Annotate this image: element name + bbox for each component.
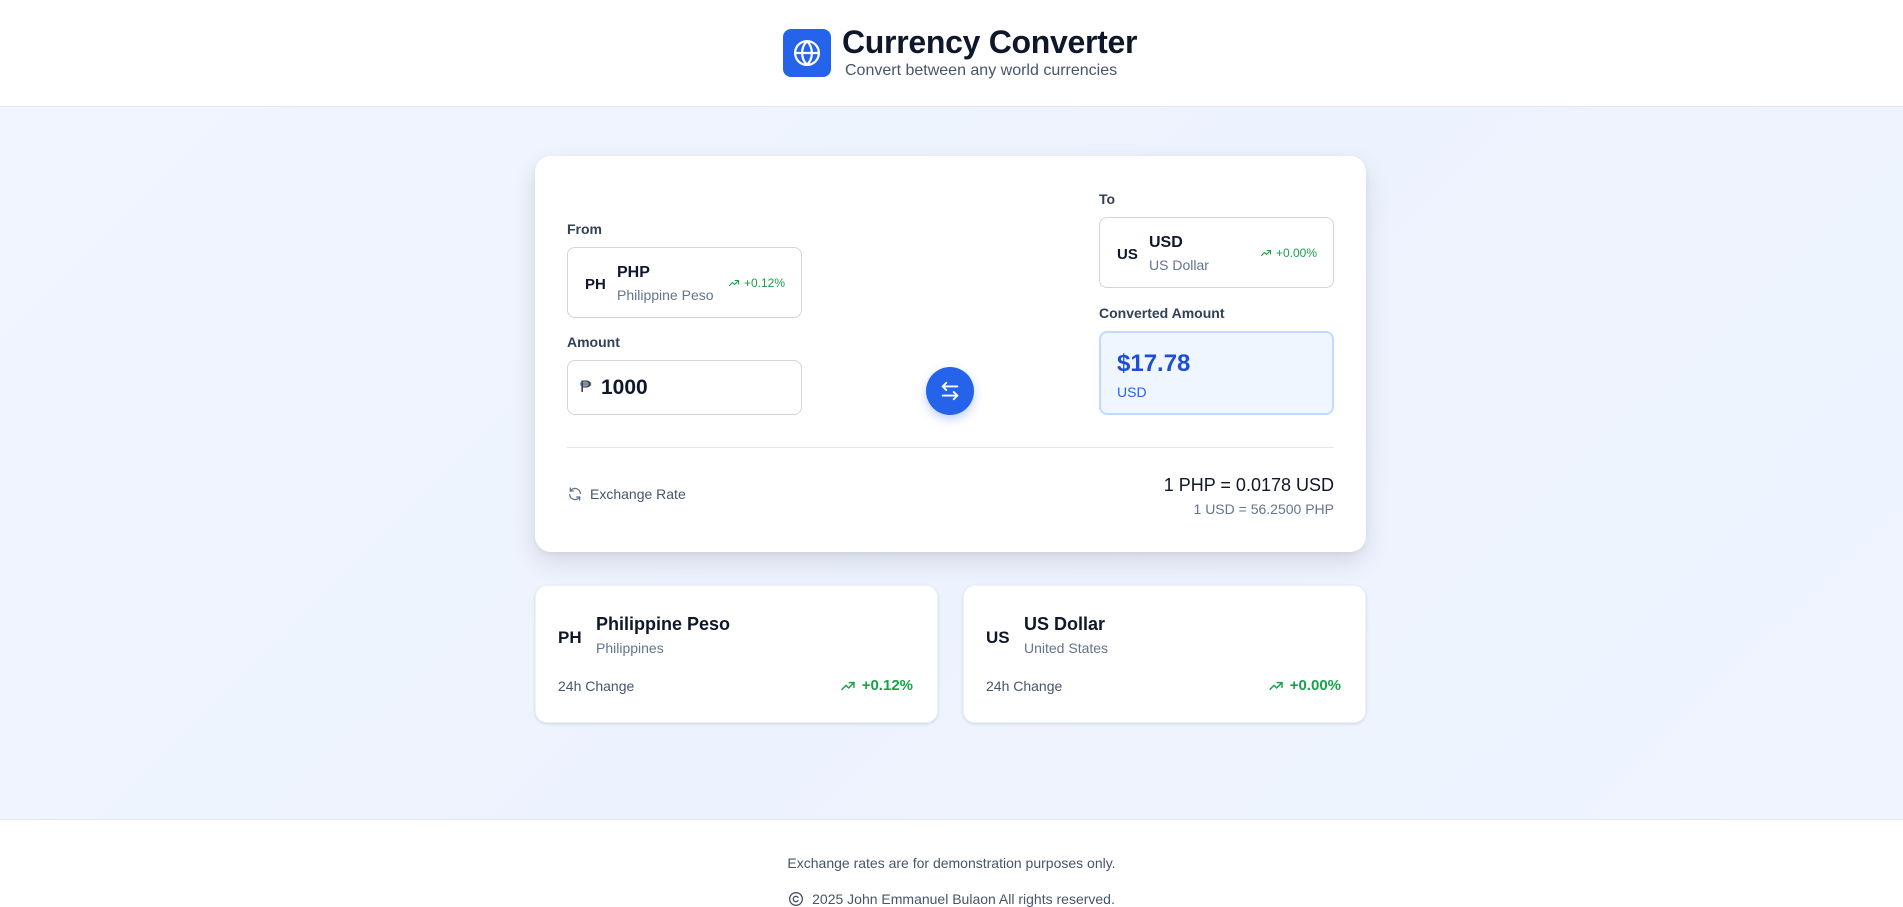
footer-copyright: 2025 John Emmanuel Bulaon All rights res… <box>0 891 1903 907</box>
from-change: +0.12% <box>728 276 785 290</box>
page-subtitle: Convert between any world currencies <box>845 62 1118 79</box>
divider <box>567 447 1334 448</box>
footer-disclaimer: Exchange rates are for demonstration pur… <box>787 855 1116 871</box>
info-change-value: +0.00% <box>1289 677 1341 694</box>
info-country: Philippines <box>596 640 664 656</box>
to-change: +0.00% <box>1260 246 1317 260</box>
app-header: Currency Converter Convert between any w… <box>0 0 1903 107</box>
to-currency-name: US Dollar <box>1149 257 1209 273</box>
from-label: From <box>567 221 602 237</box>
to-flag: US <box>1117 246 1138 263</box>
exchange-rate-label: Exchange Rate <box>567 486 686 502</box>
swap-currencies-button[interactable] <box>926 367 974 415</box>
from-change-value: +0.12% <box>743 276 785 290</box>
exchange-rate-label-text: Exchange Rate <box>590 486 686 502</box>
trending-up-icon <box>840 681 855 690</box>
info-change: +0.00% <box>1268 677 1341 694</box>
from-currency-name: Philippine Peso <box>617 287 714 303</box>
to-change-value: +0.00% <box>1275 246 1317 260</box>
converted-amount-label: Converted Amount <box>1099 305 1225 321</box>
info-flag: PH <box>558 628 582 647</box>
to-currency-select[interactable]: US USD US Dollar +0.00% <box>1099 217 1334 288</box>
to-currency-code: USD <box>1149 234 1183 251</box>
from-flag: PH <box>585 276 606 293</box>
amount-field[interactable]: ₱ <box>567 360 802 415</box>
to-label: To <box>1099 191 1116 207</box>
app-footer: Exchange rates are for demonstration pur… <box>0 819 1903 907</box>
amount-label: Amount <box>567 334 620 350</box>
page-title: Currency Converter <box>842 24 1138 60</box>
trending-up-icon <box>728 279 740 287</box>
info-flag: US <box>986 628 1010 647</box>
info-country: United States <box>1024 640 1109 656</box>
footer-copyright-text: 2025 John Emmanuel Bulaon All rights res… <box>812 891 1115 907</box>
inverse-rate-value: 1 USD = 56.2500 PHP <box>1193 501 1334 517</box>
amount-input[interactable] <box>601 371 791 405</box>
info-change: +0.12% <box>840 677 913 694</box>
from-currency-code: PHP <box>617 264 650 281</box>
from-currency-select[interactable]: PH PHP Philippine Peso +0.12% <box>567 247 802 318</box>
info-change-label: 24h Change <box>558 678 635 694</box>
info-currency-name: Philippine Peso <box>596 614 731 634</box>
trending-up-icon <box>1268 681 1283 690</box>
converted-amount-value: $17.78 <box>1117 350 1191 377</box>
info-change-label: 24h Change <box>986 678 1063 694</box>
refresh-icon <box>569 487 581 501</box>
info-currency-name: US Dollar <box>1024 614 1106 634</box>
currency-info-card-from: PH Philippine Peso Philippines 24h Chang… <box>535 585 938 723</box>
info-change-value: +0.12% <box>861 677 913 694</box>
currency-info-card-to: US US Dollar United States 24h Change +0… <box>963 585 1366 723</box>
peso-symbol: ₱ <box>580 377 592 396</box>
converted-amount-unit: USD <box>1117 384 1147 400</box>
globe-icon <box>783 29 831 77</box>
exchange-rate-value: 1 PHP = 0.0178 USD <box>1163 475 1334 495</box>
copyright-icon <box>789 892 804 906</box>
converted-amount-display: $17.78 USD <box>1099 331 1334 415</box>
trending-up-icon <box>1260 249 1272 257</box>
swap-arrows-icon <box>941 381 959 401</box>
